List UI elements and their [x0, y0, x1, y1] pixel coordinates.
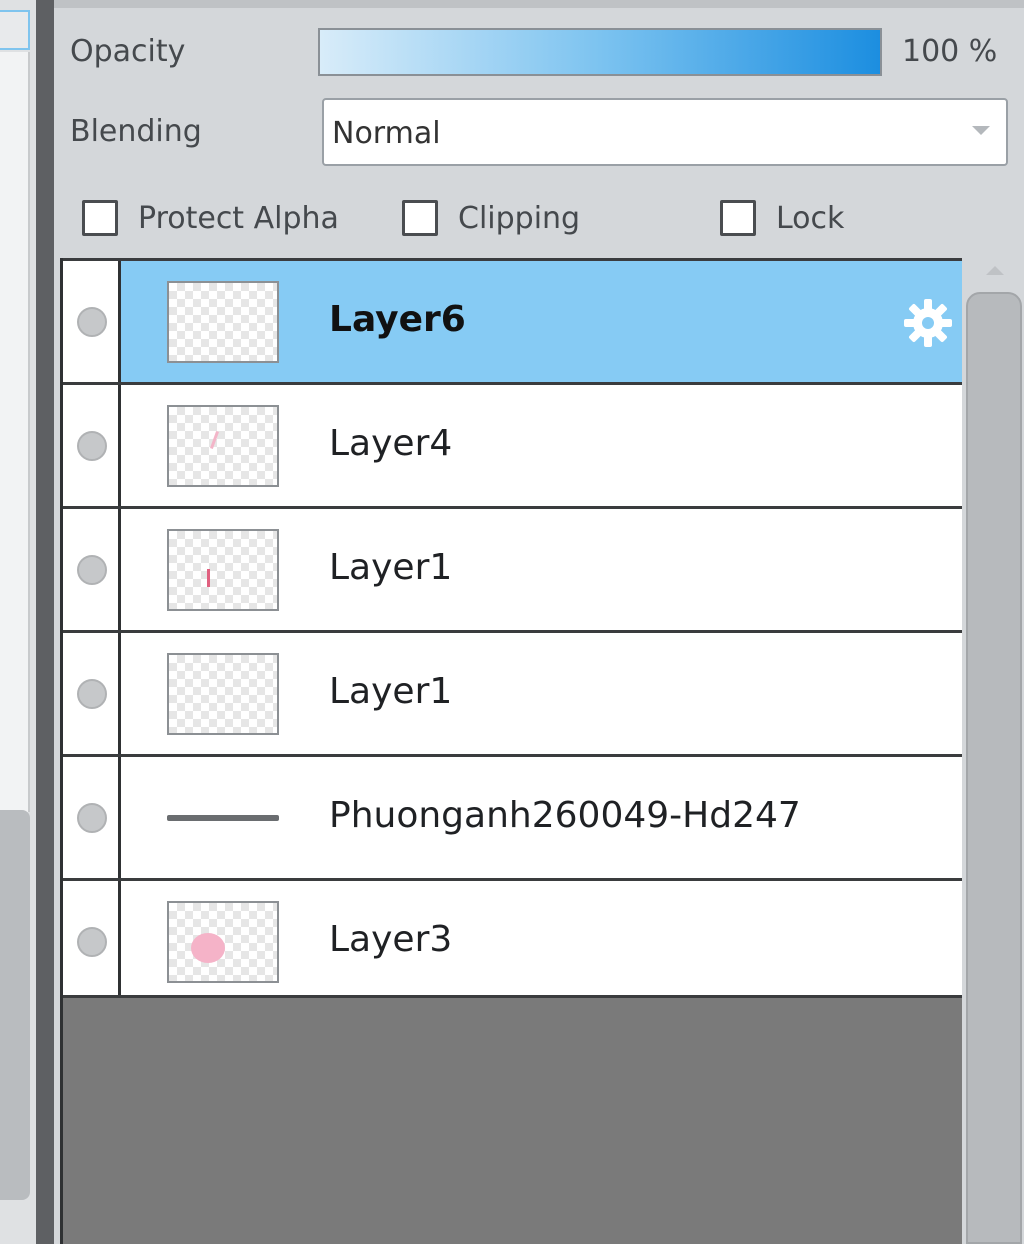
protect-alpha-checkbox[interactable]: Protect Alpha: [82, 196, 339, 240]
layer-name: Layer6: [329, 299, 466, 340]
visibility-dot-icon[interactable]: [77, 307, 107, 337]
layer-main-cell[interactable]: Layer1: [121, 509, 962, 630]
lock-label: Lock: [776, 200, 845, 236]
panel-top-edge: [54, 0, 1024, 8]
visibility-dot-icon[interactable]: [77, 927, 107, 957]
layer-thumbnail: [167, 281, 279, 363]
layer-name: Layer3: [329, 919, 453, 960]
checkbox-box[interactable]: [402, 200, 438, 236]
layer-thumbnail: [167, 901, 279, 983]
visibility-dot-icon[interactable]: [77, 431, 107, 461]
layer-main-cell[interactable]: Layer6: [121, 261, 962, 382]
visibility-cell[interactable]: [63, 509, 121, 630]
blending-label: Blending: [70, 114, 202, 149]
visibility-cell[interactable]: [63, 261, 121, 382]
left-panel-scrollbar[interactable]: [0, 810, 30, 1200]
layer-list: Layer6 Layer4 Layer1 Layer1 Phuonganh260…: [60, 258, 962, 1244]
visibility-dot-icon[interactable]: [77, 679, 107, 709]
visibility-cell[interactable]: [63, 385, 121, 506]
layer-row[interactable]: Layer6: [63, 258, 962, 382]
visibility-dot-icon[interactable]: [77, 555, 107, 585]
visibility-cell[interactable]: [63, 633, 121, 754]
layer-list-scrollbar[interactable]: [966, 262, 1024, 1244]
lock-checkbox[interactable]: Lock: [720, 196, 844, 240]
layer-main-cell[interactable]: Layer1: [121, 633, 962, 754]
blending-select[interactable]: Normal: [322, 98, 1008, 166]
visibility-cell[interactable]: [63, 757, 121, 878]
left-panel-edge: [0, 0, 36, 1244]
opacity-value: 100 %: [902, 34, 998, 69]
layer-row[interactable]: Layer4: [63, 382, 962, 506]
protect-alpha-label: Protect Alpha: [138, 200, 339, 236]
layer-thumbnail: [167, 529, 279, 611]
layer-main-cell[interactable]: Layer4: [121, 385, 962, 506]
opacity-label: Opacity: [70, 34, 186, 69]
layer-thumbnail: [167, 653, 279, 735]
left-panel-button[interactable]: [0, 10, 30, 50]
opacity-slider[interactable]: [318, 28, 882, 76]
layer-main-cell[interactable]: Phuonganh260049-Hd247: [121, 757, 962, 878]
checkbox-box[interactable]: [720, 200, 756, 236]
layer-row[interactable]: Layer1: [63, 630, 962, 754]
clipping-checkbox[interactable]: Clipping: [402, 196, 580, 240]
layer-name: Layer4: [329, 423, 453, 464]
layer-name: Layer1: [329, 547, 453, 588]
layer-row[interactable]: Phuonganh260049-Hd247: [63, 754, 962, 878]
layer-name: Phuonganh260049-Hd247: [329, 795, 801, 836]
clipping-label: Clipping: [458, 200, 581, 236]
visibility-cell[interactable]: [63, 881, 121, 995]
chevron-down-icon: [972, 126, 990, 135]
layer-row[interactable]: Layer1: [63, 506, 962, 630]
layer-main-cell[interactable]: Layer3: [121, 881, 962, 995]
layer-thumbnail: [167, 813, 279, 823]
layer-panel: Opacity 100 % Blending Normal Protect Al…: [54, 0, 1024, 1244]
checkbox-box[interactable]: [82, 200, 118, 236]
layer-thumbnail: [167, 405, 279, 487]
gear-icon[interactable]: [900, 295, 956, 351]
left-panel-content: [0, 52, 30, 812]
blending-value: Normal: [332, 116, 441, 151]
visibility-dot-icon[interactable]: [77, 803, 107, 833]
layer-row[interactable]: Layer3: [63, 878, 962, 998]
layer-name: Layer1: [329, 671, 453, 712]
scrollbar-thumb[interactable]: [966, 292, 1022, 1244]
panel-divider[interactable]: [36, 0, 54, 1244]
scroll-up-arrow-icon[interactable]: [986, 266, 1004, 275]
